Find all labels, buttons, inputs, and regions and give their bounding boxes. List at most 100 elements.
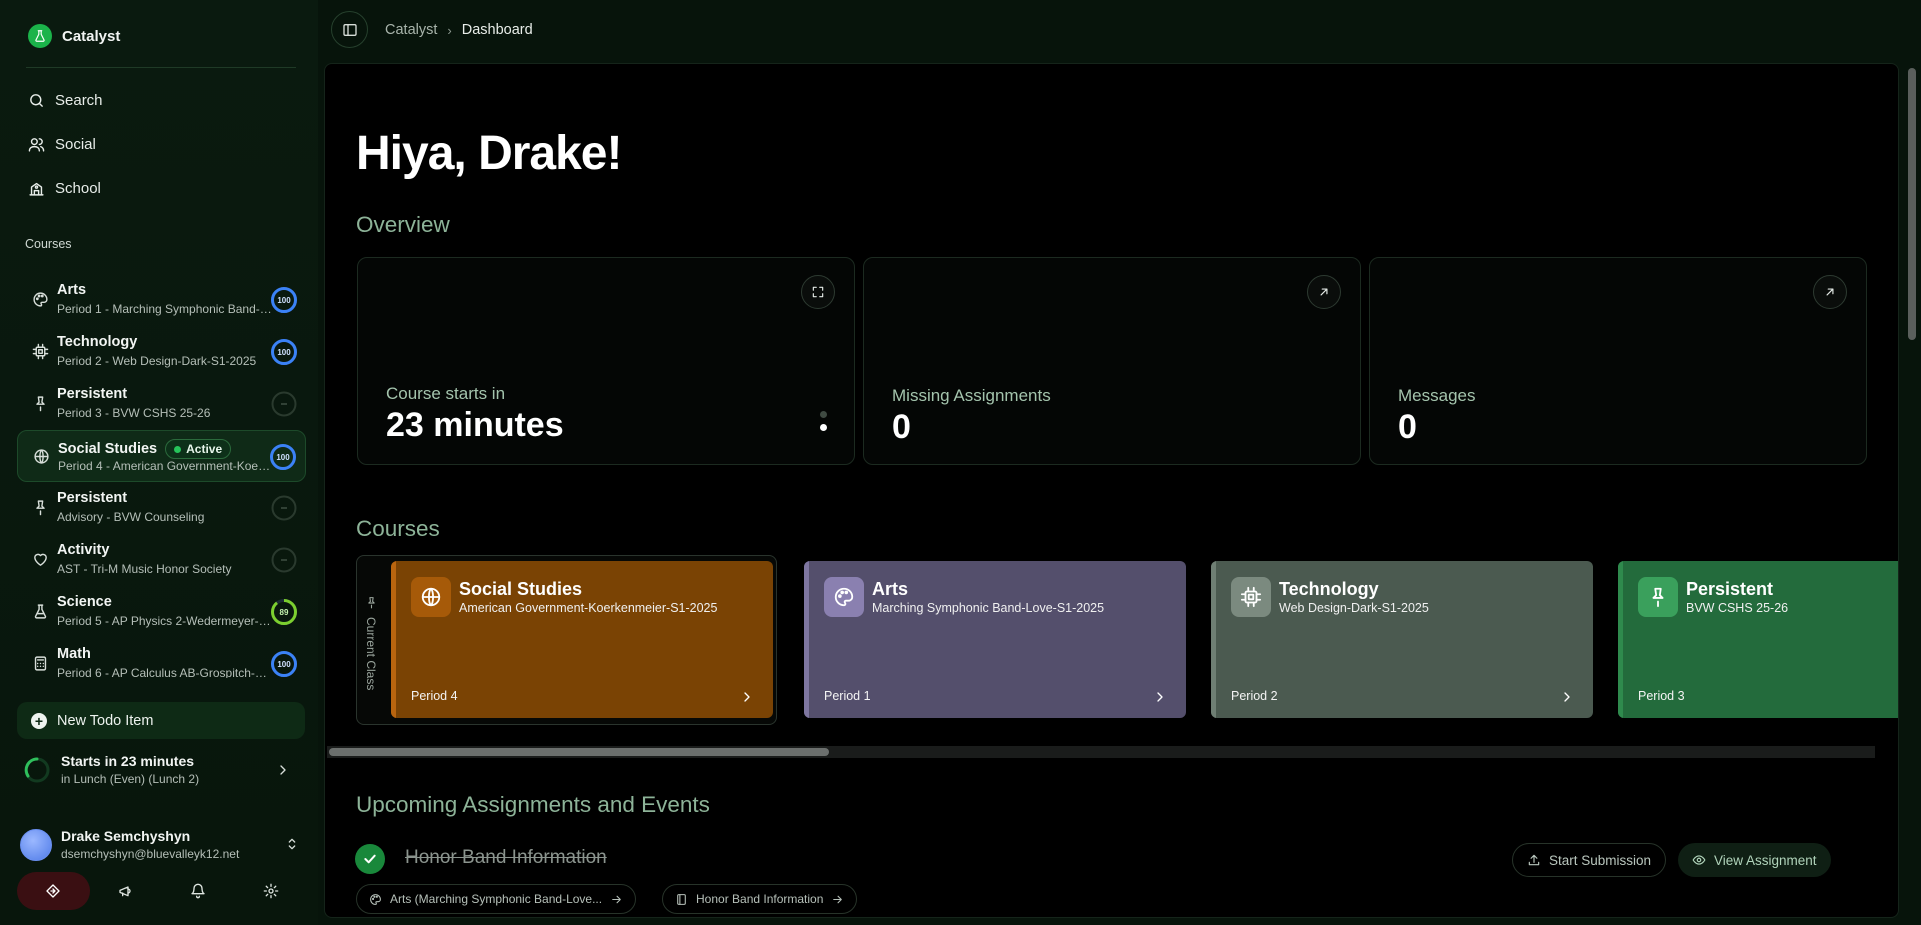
- assignment-title[interactable]: Honor Band Information: [405, 847, 607, 869]
- current-class-label: Current Class: [361, 596, 381, 716]
- completed-check-icon[interactable]: [355, 844, 385, 874]
- megaphone-icon: [119, 886, 131, 897]
- course-chip[interactable]: Arts (Marching Symphonic Band-Love...: [356, 884, 637, 914]
- assignment-chip[interactable]: Honor Band Information: [662, 884, 858, 914]
- new-todo-button[interactable]: + New Todo Item: [17, 702, 305, 739]
- user-menu[interactable]: Drake Semchyshyn dsemchyshyn@bluevalleyk…: [20, 826, 300, 864]
- assignment-row[interactable]: Honor Band Information Start Submission …: [325, 843, 1845, 917]
- scrollbar-thumb[interactable]: [329, 748, 829, 756]
- chevron-right-icon: [1564, 692, 1570, 702]
- announcements-button[interactable]: [90, 872, 163, 910]
- sidebar-course-item[interactable]: Persistent Advisory - BVW Counseling: [17, 482, 306, 534]
- next-class-card[interactable]: Starts in 23 minutes in Lunch (Even) (Lu…: [17, 744, 305, 796]
- course-title-row: Activity: [57, 542, 109, 558]
- sidebar-course-item[interactable]: Math Period 6 - AP Calculus AB-Grospitch…: [17, 638, 306, 678]
- course-card-title: Arts: [872, 579, 909, 599]
- notifications-button[interactable]: [162, 872, 235, 910]
- pager-dot[interactable]: [820, 411, 827, 418]
- grade-ring: [270, 546, 298, 574]
- course-card[interactable]: Persistent BVW CSHS 25-26 Period 3: [1618, 561, 1898, 718]
- course-card-period: Period 4: [411, 689, 458, 703]
- status-badge: Active: [165, 439, 232, 459]
- settings-button[interactable]: [235, 872, 308, 910]
- course-card-icon: [1638, 577, 1678, 617]
- pin-icon: [36, 396, 45, 412]
- horizontal-scrollbar[interactable]: [327, 746, 1875, 758]
- sidebar-bottom-bar: [17, 872, 307, 910]
- course-card-subtitle: American Government-Koerkenmeier-S1-2025: [459, 601, 718, 615]
- course-card[interactable]: Arts Marching Symphonic Band-Love-S1-202…: [804, 561, 1186, 718]
- palette-icon: [370, 893, 381, 905]
- palette-icon: [834, 587, 854, 607]
- sidebar-course-item[interactable]: Arts Period 1 - Marching Symphonic Band-…: [17, 274, 306, 326]
- start-submission-button[interactable]: Start Submission: [1512, 843, 1667, 877]
- pager-dots[interactable]: [820, 411, 827, 431]
- new-todo-label: New Todo Item: [57, 712, 154, 729]
- course-card-icon: [1231, 577, 1271, 617]
- stat-value: 23 minutes: [386, 406, 564, 444]
- next-class-title: Starts in 23 minutes: [61, 753, 195, 769]
- school-icon: [29, 182, 44, 196]
- sidebar-course-list[interactable]: Arts Period 1 - Marching Symphonic Band-…: [17, 274, 306, 678]
- course-title-row: Math: [57, 646, 91, 662]
- pager-dot[interactable]: [820, 424, 827, 431]
- nav-school[interactable]: School: [28, 180, 101, 197]
- nav-social[interactable]: Social: [28, 136, 96, 153]
- course-title: Activity: [57, 542, 110, 558]
- user-name: Drake Semchyshyn: [61, 828, 191, 844]
- progress-ring-icon: [24, 757, 50, 783]
- stat-card-course-start: Course starts in 23 minutes: [357, 257, 855, 465]
- arrow-right-icon: [612, 895, 621, 903]
- stat-value: 0: [892, 408, 911, 446]
- expand-button[interactable]: [801, 275, 835, 309]
- course-card-subtitle: Web Design-Dark-S1-2025: [1279, 601, 1429, 615]
- open-missing-button[interactable]: [1307, 275, 1341, 309]
- globe-icon: [421, 587, 441, 607]
- next-class-subtitle: in Lunch (Even) (Lunch 2): [61, 772, 200, 786]
- course-title-row: Persistent: [57, 490, 127, 506]
- nav-search-label: Search: [55, 92, 103, 109]
- diamond-icon: [46, 884, 60, 898]
- sidebar-toggle-button[interactable]: [331, 11, 368, 48]
- nav-search[interactable]: Search: [28, 92, 103, 109]
- users-icon: [28, 138, 45, 152]
- breadcrumb-root[interactable]: Catalyst: [385, 22, 437, 38]
- notebook-icon: [677, 893, 686, 905]
- course-card-icon: [824, 577, 864, 617]
- sidebar-course-item[interactable]: Activity AST - Tri-M Music Honor Society: [17, 534, 306, 586]
- page-title: Hiya, Drake!: [356, 127, 622, 180]
- grade-ring: [270, 494, 298, 522]
- course-card-title: Social Studies: [459, 579, 583, 599]
- course-card[interactable]: Social Studies American Government-Koerk…: [391, 561, 773, 718]
- arrow-right-icon: [833, 895, 843, 903]
- globe-icon: [34, 449, 49, 464]
- sidebar-course-item[interactable]: Persistent Period 3 - BVW CSHS 25-26: [17, 378, 306, 430]
- pin-icon: [36, 500, 45, 516]
- course-title-row: Social Studies Active: [58, 439, 232, 459]
- start-submission-label: Start Submission: [1549, 852, 1652, 868]
- sidebar-course-item[interactable]: Science Period 5 - AP Physics 2-Wedermey…: [17, 586, 306, 638]
- home-button[interactable]: [17, 872, 90, 910]
- course-title: Social Studies: [58, 441, 158, 457]
- course-card[interactable]: Technology Web Design-Dark-S1-2025 Perio…: [1211, 561, 1593, 718]
- sidebar-course-item[interactable]: Social Studies Active Period 4 - America…: [17, 430, 306, 482]
- course-card-period: Period 3: [1638, 689, 1685, 703]
- view-assignment-button[interactable]: View Assignment: [1678, 843, 1831, 877]
- vertical-scrollbar-thumb[interactable]: [1908, 68, 1916, 340]
- stat-label: Course starts in: [386, 384, 506, 403]
- course-card-accent: [1211, 561, 1216, 718]
- plus-icon: +: [31, 712, 47, 729]
- pin-icon: [367, 597, 375, 609]
- course-carousel[interactable]: Current Class Social Studies American Go…: [356, 555, 1898, 737]
- course-subtitle: AST - Tri-M Music Honor Society: [57, 562, 232, 576]
- course-subtitle: Period 6 - AP Calculus AB-Grospitch-S1-2…: [57, 666, 272, 678]
- expand-icon: [812, 286, 824, 298]
- arrow-up-right-icon: [1826, 288, 1834, 296]
- brand[interactable]: Catalyst: [28, 24, 120, 48]
- calculator-icon: [34, 656, 47, 671]
- flask-logo-icon: [28, 24, 52, 48]
- grade-ring: [270, 390, 298, 418]
- open-messages-button[interactable]: [1813, 275, 1847, 309]
- course-title: Persistent: [57, 386, 128, 402]
- sidebar-course-item[interactable]: Technology Period 2 - Web Design-Dark-S1…: [17, 326, 306, 378]
